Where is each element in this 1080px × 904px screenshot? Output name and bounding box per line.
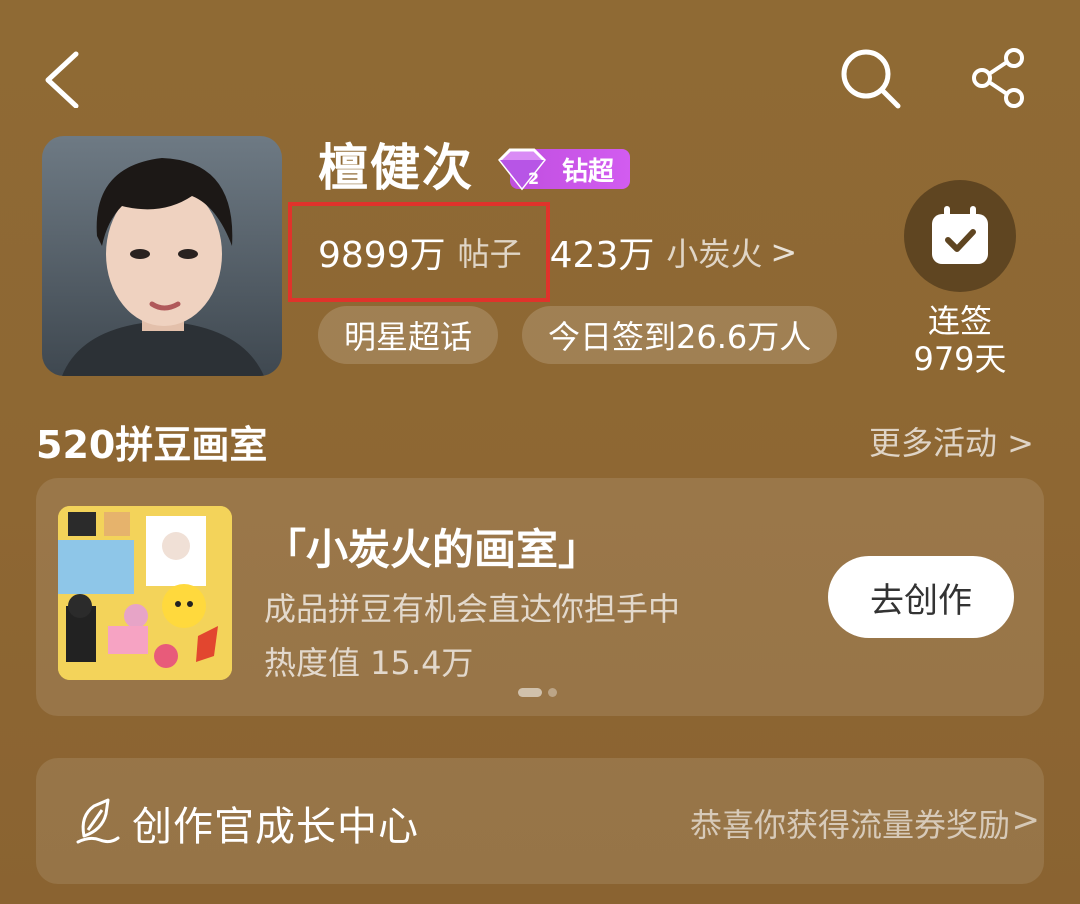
tag-row: 明星超话 今日签到26.6万人 [318, 306, 838, 364]
reward-text: 恭喜你获得流量券奖励 [689, 806, 1010, 844]
fans-label[interactable]: 小炭火 [666, 229, 762, 275]
search-icon [841, 49, 901, 109]
checkin-days: 979天 [913, 340, 1007, 378]
create-button[interactable]: 去创作 [828, 556, 1014, 638]
pixel-art-image [58, 506, 232, 680]
back-button[interactable] [40, 48, 100, 109]
share-button[interactable] [968, 46, 1032, 110]
checkin-label: 连签 [927, 302, 992, 340]
carousel-dot-active [518, 688, 542, 697]
chevron-right-icon[interactable]: > [1012, 800, 1041, 840]
activity-thumbnail[interactable] [58, 506, 232, 680]
search-button[interactable] [838, 46, 902, 110]
badge-level: 2 [528, 169, 539, 188]
diamond-icon: 2 [497, 148, 547, 191]
avatar-image [42, 136, 282, 376]
carousel-indicator [518, 688, 557, 697]
activity-subtitle: 成品拼豆有机会直达你担手中 [264, 590, 681, 628]
activity-heat: 热度值 15.4万 [264, 644, 474, 682]
carousel-dot [548, 688, 557, 697]
checkin-count-tag[interactable]: 今日签到26.6万人 [522, 306, 838, 364]
highlight-box [288, 202, 550, 302]
checkin-streak: 连签 979天 [896, 302, 1024, 378]
category-tag[interactable]: 明星超话 [318, 306, 499, 364]
chevron-right-icon[interactable]: > [770, 233, 797, 271]
creator-pen-icon [76, 796, 120, 844]
fans-count[interactable]: 423万 [550, 226, 655, 278]
level-badge[interactable]: 2 钻超 [494, 146, 631, 192]
checkin-button[interactable] [904, 180, 1016, 292]
avatar[interactable] [42, 136, 282, 376]
creator-center-title: 创作官成长中心 [132, 804, 419, 850]
activity-title: 「小炭火的画室」 [264, 525, 601, 574]
calendar-check-icon [932, 206, 988, 264]
more-activities-link[interactable]: 更多活动 > [869, 418, 1034, 464]
share-icon [972, 48, 1024, 108]
section-title: 520拼豆画室 [36, 423, 268, 467]
chevron-left-icon [45, 51, 79, 109]
page-title: 檀健次 [318, 139, 474, 197]
